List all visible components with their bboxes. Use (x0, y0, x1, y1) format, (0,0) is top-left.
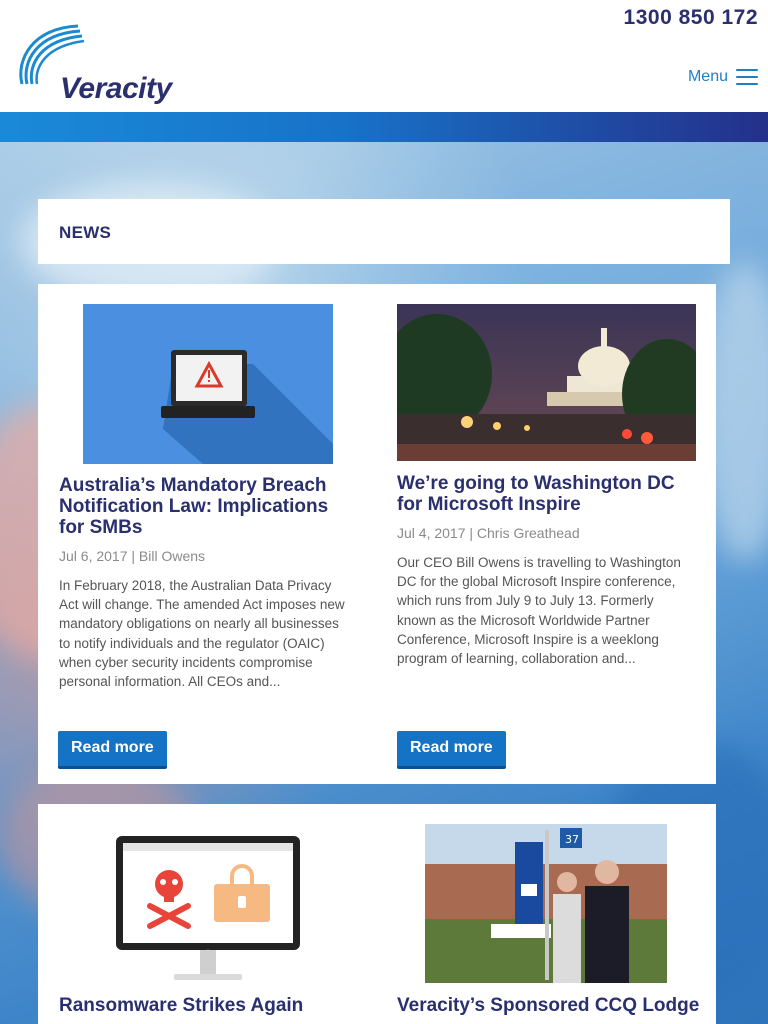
news-section-header: NEWS (38, 199, 730, 264)
article-title[interactable]: We’re going to Washington DC for Microso… (397, 473, 692, 515)
news-card-row: Australia’s Mandatory Breach Notificatio… (38, 284, 716, 784)
article-title[interactable]: Australia’s Mandatory Breach Notificatio… (59, 475, 349, 538)
header-gradient-band (0, 112, 768, 142)
article-thumbnail[interactable]: 37 (425, 824, 667, 983)
read-more-button[interactable]: Read more (58, 731, 167, 769)
article-card: We’re going to Washington DC for Microso… (397, 473, 692, 668)
article-excerpt: Our CEO Bill Owens is travelling to Wash… (397, 555, 681, 667)
ransomware-monitor-icon (116, 836, 300, 980)
laptop-warning-icon (161, 350, 333, 464)
article-meta: Jul 4, 2017 | Chris Greathead (397, 525, 580, 541)
lodge-sign-photo: 37 (425, 824, 667, 983)
article-thumbnail[interactable] (114, 834, 302, 984)
article-title[interactable]: Veracity’s Sponsored CCQ Lodge (397, 995, 702, 1016)
article-thumbnail[interactable] (397, 304, 696, 461)
logo-wordmark: Veracity (60, 72, 172, 105)
veracity-logo[interactable]: Veracity (14, 22, 172, 105)
article-card: Australia’s Mandatory Breach Notificatio… (59, 475, 349, 691)
capitol-night-photo (397, 304, 696, 461)
article-card: Ransomware Strikes Again (59, 995, 359, 1016)
read-more-button[interactable]: Read more (397, 731, 506, 769)
menu-label: Menu (687, 68, 728, 85)
hamburger-icon (736, 69, 758, 85)
sign-number: 37 (565, 833, 579, 846)
article-card: Veracity’s Sponsored CCQ Lodge (397, 995, 702, 1016)
news-card-row: Ransomware Strikes Again 37 Veracity’s S… (38, 804, 716, 1024)
article-excerpt: In February 2018, the Australian Data Pr… (59, 578, 345, 690)
article-title[interactable]: Ransomware Strikes Again (59, 995, 359, 1016)
article-meta: Jul 6, 2017 | Bill Owens (59, 548, 206, 564)
phone-number[interactable]: 1300 850 172 (624, 6, 758, 30)
news-heading: NEWS (59, 223, 112, 242)
menu-button[interactable]: Menu (688, 68, 758, 86)
article-thumbnail[interactable] (83, 304, 333, 464)
site-header: Veracity 1300 850 172 Menu (0, 0, 768, 112)
